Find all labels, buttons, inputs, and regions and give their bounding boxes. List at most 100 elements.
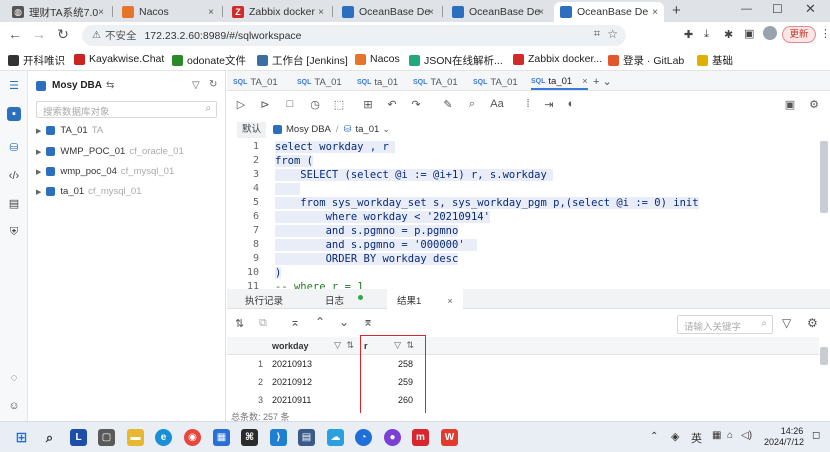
code-line[interactable]: from (	[275, 155, 313, 167]
editor-tab-active[interactable]: SQL ta_01 ×	[531, 74, 588, 90]
next-page-icon[interactable]: ⌄	[339, 315, 349, 329]
profile-avatar[interactable]	[763, 26, 777, 40]
url-box[interactable]: ⚠ 不安全 172.23.2.60:8989/#/sqlworkspace ⌗ …	[82, 25, 626, 46]
run-icon[interactable]: ▷	[233, 98, 249, 111]
security-label[interactable]: 不安全	[105, 28, 137, 43]
app-cloud-icon[interactable]: ☁	[327, 429, 344, 446]
indent-icon[interactable]: ⇥	[541, 98, 557, 111]
code-line[interactable]: select workday , r	[275, 141, 396, 153]
close-icon[interactable]: ×	[208, 7, 214, 18]
redo-icon[interactable]: ↷	[408, 98, 424, 111]
browser-tab-1[interactable]: ◍ 理财TA系统7.0 ×	[6, 2, 110, 22]
table-cell[interactable]: 20210912	[272, 373, 312, 391]
code-icon[interactable]: ‹/›	[7, 169, 21, 183]
close-icon[interactable]: ×	[447, 296, 453, 307]
prev-page-icon[interactable]: ⌃	[315, 315, 325, 329]
workspace-icon[interactable]: ▪	[7, 107, 21, 121]
editor-tab[interactable]: SQL ta_01	[357, 74, 398, 90]
last-page-icon[interactable]: ⌆	[363, 315, 373, 329]
bookmark-item[interactable]: 基础	[697, 53, 733, 68]
browser-tab-4[interactable]: OceanBase De ×	[336, 2, 440, 22]
browser-tab-3[interactable]: Z Zabbix docker ×	[226, 2, 330, 22]
bookmark-item[interactable]: JSON在线解析...	[409, 53, 503, 68]
file-explorer-icon[interactable]: ▬	[127, 429, 144, 446]
bookmark-item[interactable]: 工作台 [Jenkins]	[257, 53, 348, 68]
add-row-icon[interactable]: ⇅	[235, 317, 244, 330]
caret-right-icon[interactable]: ▶	[36, 127, 41, 135]
tree-item[interactable]: ▶ TA_01 TA	[36, 125, 103, 136]
code-line[interactable]: from sys_workday_set s, sys_workday_pgm …	[275, 197, 699, 209]
comment-icon[interactable]: ⁞	[520, 98, 536, 110]
settings-icon[interactable]: ⚙	[806, 98, 822, 111]
type-icon[interactable]: Aa	[489, 98, 505, 110]
breadcrumb[interactable]: Mosy DBA / ⛁ ta_01 ⌄	[273, 124, 390, 135]
back-icon[interactable]: ←	[6, 26, 24, 42]
caret-right-icon[interactable]: ▶	[36, 188, 41, 196]
briefcase-icon[interactable]: ▤	[7, 197, 21, 211]
notification-icon[interactable]: ◻	[812, 430, 820, 441]
object-search-input[interactable]: 搜索数据库对象	[43, 104, 110, 118]
editor-tab[interactable]: SQL TA_01	[413, 74, 458, 90]
downloads-icon[interactable]: ⤓	[704, 28, 709, 41]
taskview-icon[interactable]: ▢	[98, 429, 115, 446]
chevron-down-icon[interactable]: ⌄	[382, 124, 390, 135]
plan-icon[interactable]: ⬚	[331, 98, 347, 111]
filter-icon[interactable]: ▽	[334, 340, 341, 351]
filter-icon[interactable]: ▽	[192, 80, 200, 91]
search-icon[interactable]: ⌕	[205, 103, 211, 114]
filter-icon[interactable]: ▽	[782, 316, 791, 330]
editor-tab[interactable]: SQL TA_01	[297, 74, 342, 90]
app-grid-icon[interactable]: ▤	[298, 429, 315, 446]
browser-tab-6-active[interactable]: OceanBase De ×	[554, 2, 664, 22]
code-line[interactable]: )	[275, 267, 282, 279]
bookmark-item[interactable]: Kayakwise.Chat	[74, 53, 164, 65]
url-text[interactable]: 172.23.2.60:8989/#/sqlworkspace	[144, 30, 301, 42]
app-red-icon[interactable]: m	[412, 429, 429, 446]
window-close-icon[interactable]: ✕	[805, 1, 816, 17]
reload-icon[interactable]: ↻	[54, 26, 72, 43]
volume-icon[interactable]: ◁)	[741, 430, 752, 441]
sort-icon[interactable]: ⇅	[346, 340, 354, 351]
app-blue-icon[interactable]: ▦	[213, 429, 230, 446]
edge-icon[interactable]: e	[155, 429, 172, 446]
forward-icon[interactable]: →	[30, 26, 48, 42]
close-icon[interactable]: ×	[538, 7, 544, 18]
bookmark-item[interactable]: Zabbix docker...	[513, 53, 602, 65]
caret-right-icon[interactable]: ▶	[36, 148, 41, 156]
run-selection-icon[interactable]: ⊳	[257, 98, 273, 111]
format-icon[interactable]: ⊞	[360, 98, 376, 111]
grid-scrollbar[interactable]	[820, 347, 828, 365]
sql-code-editor[interactable]: 1 select workday , r 2 from ( 3 SELECT (se…	[237, 139, 820, 293]
result-search-input[interactable]: 请输入关键字	[684, 319, 741, 333]
bookmark-item[interactable]: Nacos	[355, 53, 400, 65]
app-l-icon[interactable]: L	[70, 429, 87, 446]
tab-result-1[interactable]: 结果1 ×	[387, 289, 463, 309]
search-icon[interactable]: ⌕	[41, 429, 58, 446]
maximize-icon[interactable]: ☐	[772, 2, 783, 16]
table-cell[interactable]: 20210911	[272, 391, 311, 409]
bookmark-item[interactable]: odonate文件	[172, 53, 246, 68]
clock-date[interactable]: 2024/7/12	[764, 437, 804, 447]
app-purple-icon[interactable]: ●	[384, 429, 401, 446]
tree-item[interactable]: ▶ wmp_poc_04 cf_mysql_01	[36, 166, 174, 177]
close-icon[interactable]: ×	[582, 76, 588, 87]
new-tab-button[interactable]: +	[672, 2, 681, 19]
wand-icon[interactable]: ✎	[440, 98, 456, 111]
result-search-box[interactable]: 请输入关键字 ⌕	[677, 315, 773, 334]
lightbulb-icon[interactable]: ◌	[7, 371, 21, 385]
connection-header[interactable]: Mosy DBA ⇆	[36, 80, 114, 91]
close-icon[interactable]: ×	[318, 7, 324, 18]
close-icon[interactable]: ×	[652, 7, 658, 18]
network-icon[interactable]: ⌂	[727, 430, 733, 441]
vscode-icon[interactable]: ⟩	[270, 429, 287, 446]
database-icon[interactable]: ⛁	[7, 141, 21, 155]
translate-icon[interactable]: ⌗	[594, 28, 600, 41]
update-button[interactable]: 更新	[782, 26, 816, 43]
tree-item[interactable]: ▶ WMP_POC_01 cf_oracle_01	[36, 146, 184, 157]
browser-tab-5[interactable]: OceanBase De ×	[446, 2, 550, 22]
code-line[interactable]: where workday < '20210914'	[275, 211, 490, 223]
windows-start-icon[interactable]: ⊞	[13, 429, 30, 446]
code-line[interactable]: ORDER BY workday desc	[275, 253, 459, 265]
find-icon[interactable]: ⌕	[464, 98, 480, 111]
wps-icon[interactable]: W	[441, 429, 458, 446]
